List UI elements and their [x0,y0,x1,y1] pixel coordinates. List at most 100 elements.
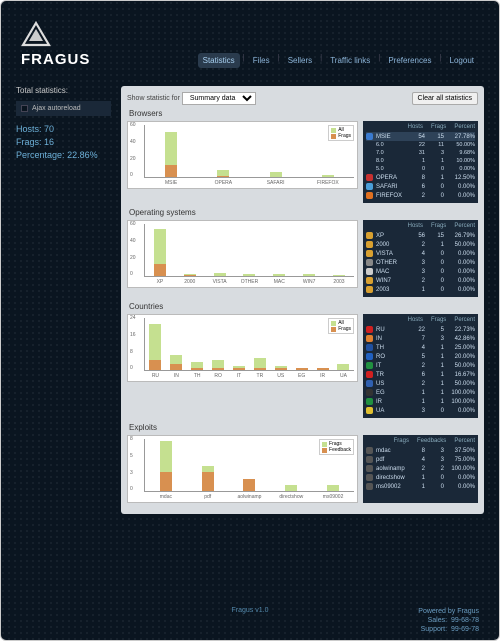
table-row[interactable]: 6.0221150.00% [366,141,475,149]
logo: FRAGUS [21,21,90,68]
row-icon [366,371,373,378]
table-row[interactable]: TH4125.00% [366,343,475,352]
row-icon [366,277,373,284]
bar-2003: 2003 [329,275,349,276]
row-icon [366,474,373,481]
table-row[interactable]: VISTA400.00% [366,249,475,258]
table-row[interactable]: IN7342.86% [366,334,475,343]
bar-aolwinamp: aolwinamp [239,479,259,492]
table-row[interactable]: 8.01110.00% [366,157,475,165]
table-row[interactable]: RO5120.00% [366,352,475,361]
row-icon [366,232,373,239]
table-row[interactable]: directshow100.00% [366,473,475,482]
section-title: Browsers [129,109,478,118]
nav-traffic-links[interactable]: Traffic links [325,53,375,68]
table-row[interactable]: aolwinamp22100.00% [366,464,475,473]
table-row[interactable]: 7.03139.68% [366,149,475,157]
bar-IT: IT [229,366,249,370]
bar-RU: RU [145,324,165,370]
row-icon [366,389,373,396]
row-icon [366,483,373,490]
nav-statistics[interactable]: Statistics [198,53,240,68]
row-icon [366,344,373,351]
bar-VISTA: VISTA [210,273,230,276]
table-row[interactable]: OTHER300.00% [366,258,475,267]
row-icon [366,241,373,248]
table-row[interactable]: OPERA8112.50% [366,173,475,182]
bar-XP: XP [150,229,170,276]
bar-RO: RO [208,360,228,370]
table-row[interactable]: RU22522.73% [366,325,475,334]
checkbox-icon [21,105,28,112]
countries-table: HostsFragsPercentRU22522.73%IN7342.86%TH… [363,314,478,418]
nav-logout[interactable]: Logout [445,53,479,68]
table-row[interactable]: UA300.00% [366,406,475,415]
stat-frags: Frags: 16 [16,137,111,147]
table-row[interactable]: 20002150.00% [366,240,475,249]
filter-label: Show statistic for Summary data [127,92,256,105]
table-row[interactable]: ms09002100.00% [366,482,475,491]
clear-stats-button[interactable]: Clear all statistics [412,92,478,105]
table-row[interactable]: WIN7200.00% [366,276,475,285]
table-row[interactable]: SAFARI600.00% [366,182,475,191]
nav-preferences[interactable]: Preferences [383,53,436,68]
footer-contact: Powered by Fragus Sales: 99-68-78 Suppor… [418,607,479,634]
nav-sellers[interactable]: Sellers [283,53,317,68]
bar-FIREFOX: FIREFOX [318,175,338,177]
row-icon [366,183,373,190]
bar-UA: UA [333,364,353,370]
section-title: Countries [129,302,478,311]
bar-OPERA: OPERA [213,170,233,177]
row-icon [366,447,373,454]
table-row[interactable]: pdf4375.00% [366,455,475,464]
bar-TH: TH [187,362,207,370]
table-row[interactable]: MAC300.00% [366,267,475,276]
table-row[interactable]: XP561526.79% [366,231,475,240]
table-row[interactable]: US2150.00% [366,379,475,388]
row-icon [366,465,373,472]
bar-MAC: MAC [269,274,289,277]
section-title: Operating systems [129,208,478,217]
stat-percentage: Percentage: 22.86% [16,150,111,160]
bar-EG: EG [292,368,312,370]
bar-IR: IR [313,368,333,370]
bar-SAFARI: SAFARI [266,172,286,177]
table-row[interactable]: mdac8337.50% [366,446,475,455]
sidebar-title: Total statistics: [16,86,111,95]
browsers-table: HostsFragsPercentMSIE541527.78%6.0221150… [363,121,478,203]
chart-legend: AllFrags [328,125,354,141]
chart-legend: FragsFeedback [319,439,354,455]
bar-MSIE: MSIE [161,132,181,177]
table-row[interactable]: EG11100.00% [366,388,475,397]
table-row[interactable]: FIREFOX200.00% [366,191,475,200]
autoreload-toggle[interactable]: Ajax autoreload [16,101,111,116]
logo-icon [21,21,51,47]
table-row[interactable]: MSIE541527.78% [366,132,475,141]
row-icon [366,380,373,387]
os-table: HostsFragsPercentXP561526.79%20002150.00… [363,220,478,297]
content-panel: Show statistic for Summary data Clear al… [121,86,484,514]
row-icon [366,335,373,342]
exploits-chart: 0358mdacpdfaolwinampdirectshowms09002Fra… [127,435,358,503]
table-row[interactable]: TR6116.67% [366,370,475,379]
browsers-chart: 0204060MSIEOPERASAFARIFIREFOXAllFrags [127,121,358,189]
table-row[interactable]: 5.0000.00% [366,165,475,173]
bar-directshow: directshow [281,485,301,491]
row-icon [366,133,373,140]
bar-2000: 2000 [180,274,200,276]
table-row[interactable]: 2003100.00% [366,285,475,294]
sidebar: Total statistics: Ajax autoreload Hosts:… [16,86,111,514]
chart-legend: AllFrags [328,318,354,334]
row-icon [366,407,373,414]
row-icon [366,259,373,266]
nav-files[interactable]: Files [248,53,275,68]
filter-select[interactable]: Summary data [182,92,256,105]
table-row[interactable]: IR11100.00% [366,397,475,406]
exploits-table: FragsFeedbacksPercentmdac8337.50%pdf4375… [363,435,478,503]
row-icon [366,174,373,181]
stat-hosts: Hosts: 70 [16,124,111,134]
table-row[interactable]: IT2150.00% [366,361,475,370]
bar-US: US [271,366,291,370]
bar-ms09002: ms09002 [323,485,343,491]
row-icon [366,456,373,463]
